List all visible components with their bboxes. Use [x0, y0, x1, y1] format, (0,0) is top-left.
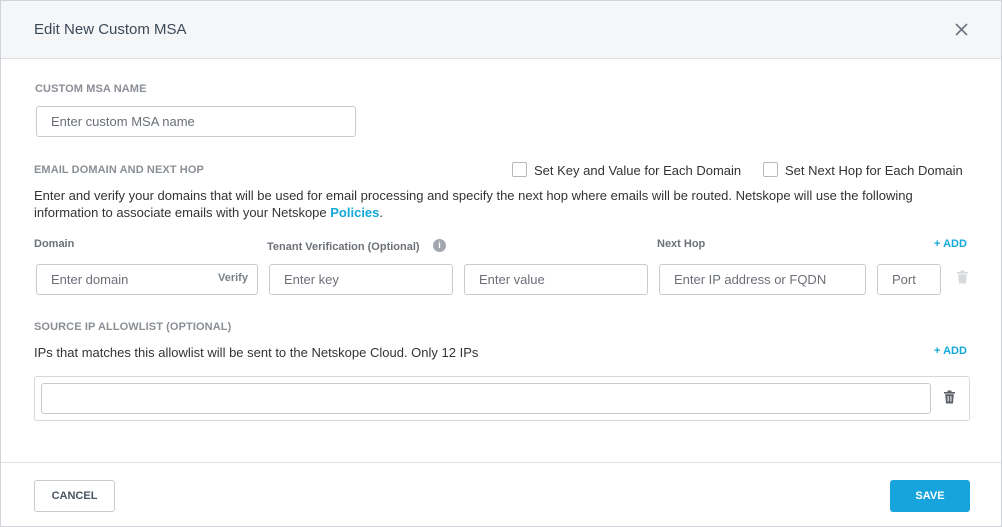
key-value-checkbox[interactable] — [512, 162, 527, 177]
add-ip-link[interactable]: + ADD — [934, 345, 967, 357]
info-icon[interactable]: i — [433, 239, 446, 252]
msa-name-input[interactable] — [36, 106, 356, 137]
policies-link[interactable]: Policies — [330, 205, 379, 220]
key-value-checkbox-label: Set Key and Value for Each Domain — [534, 163, 742, 178]
email-domain-description: Enter and verify your domains that will … — [34, 187, 974, 221]
source-ip-description: IPs that matches this allowlist will be … — [34, 345, 479, 360]
source-ip-label: SOURCE IP ALLOWLIST (OPTIONAL) — [34, 321, 232, 333]
next-hop-column-label: Next Hop — [657, 238, 706, 250]
cancel-button[interactable]: CANCEL — [34, 480, 115, 512]
next-hop-checkbox[interactable] — [763, 162, 778, 177]
dialog-header: Edit New Custom MSA — [1, 1, 1001, 59]
email-domain-label: EMAIL DOMAIN AND NEXT HOP — [34, 164, 204, 176]
domain-column-label: Domain — [34, 238, 75, 250]
ip-allowlist-input[interactable] — [41, 383, 931, 414]
next-hop-input[interactable] — [659, 264, 866, 295]
verify-button[interactable]: Verify — [218, 272, 248, 284]
description-text: Enter and verify your domains that will … — [34, 188, 913, 220]
dialog-title: Edit New Custom MSA — [34, 21, 187, 38]
delete-ip-trash-icon[interactable] — [943, 390, 956, 409]
add-domain-link[interactable]: + ADD — [934, 238, 967, 250]
delete-row-trash-icon[interactable] — [956, 270, 969, 289]
port-input[interactable] — [877, 264, 941, 295]
edit-msa-dialog: Edit New Custom MSA CUSTOM MSA NAME EMAI… — [0, 0, 1002, 527]
close-icon[interactable] — [951, 19, 973, 41]
save-button[interactable]: SAVE — [890, 480, 970, 512]
tenant-key-input[interactable] — [269, 264, 453, 295]
tenant-verification-column-label: Tenant Verification (Optional) — [267, 241, 420, 253]
next-hop-checkbox-label: Set Next Hop for Each Domain — [785, 163, 963, 178]
footer-divider — [1, 462, 1001, 463]
msa-name-label: CUSTOM MSA NAME — [35, 83, 147, 95]
tenant-value-input[interactable] — [464, 264, 648, 295]
description-end: . — [379, 205, 384, 220]
